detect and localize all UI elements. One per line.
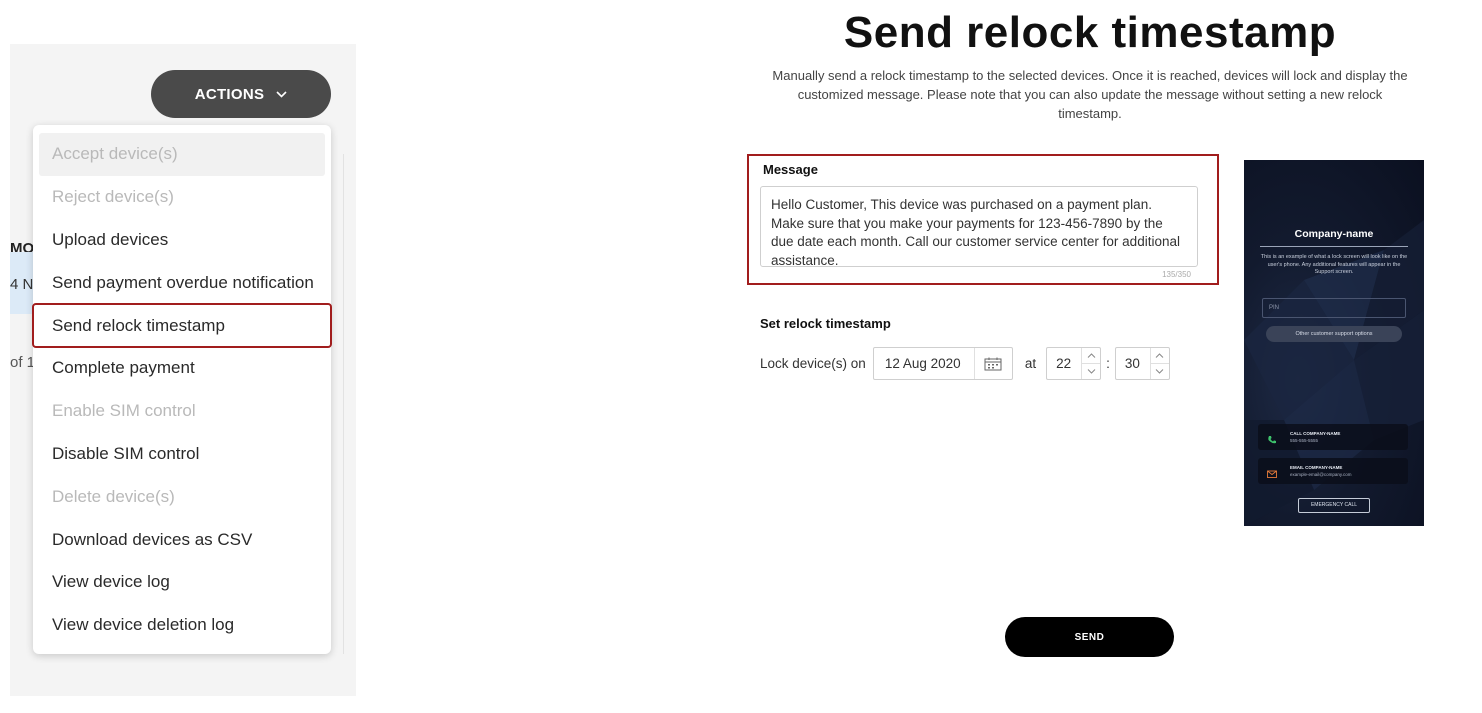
preview-email-title: EMAIL COMPANY-NAME: [1290, 465, 1343, 470]
preview-call-card: CALL COMPANY-NAME 555-555-5555: [1258, 424, 1408, 450]
mail-icon: [1267, 466, 1277, 478]
lock-screen-preview: Company-name This is an example of what …: [1244, 160, 1424, 526]
chevron-down-icon[interactable]: [1150, 363, 1169, 379]
preview-emergency-button: EMERGENCY CALL: [1298, 498, 1370, 513]
preview-info-text: This is an example of what a lock screen…: [1260, 254, 1408, 275]
preview-support-button: Other customer support options: [1266, 326, 1402, 342]
menu-item-disable-sim-control[interactable]: Disable SIM control: [39, 433, 325, 476]
menu-item-delete-devices[interactable]: Delete device(s): [39, 475, 325, 518]
chevron-down-icon[interactable]: [1082, 363, 1101, 379]
chevron-up-icon[interactable]: [1082, 348, 1100, 363]
actions-button[interactable]: ACTIONS: [151, 70, 331, 118]
row-cell-partial: 4 N: [10, 276, 34, 293]
minute-spin: [1149, 348, 1169, 379]
menu-item-view-device-deletion-log[interactable]: View device deletion log: [39, 604, 325, 647]
relock-row: Lock device(s) on 12 Aug 2020 at 22 : 30: [760, 347, 1170, 380]
at-label: at: [1024, 356, 1037, 371]
minute-value: 30: [1124, 356, 1140, 371]
preview-call-number: 555-555-5555: [1290, 438, 1319, 443]
date-value: 12 Aug 2020: [884, 356, 961, 371]
menu-item-send-payment-overdue-notification[interactable]: Send payment overdue notification: [39, 261, 325, 304]
devices-panel: MOI 4 N of 1 ACTIONS Accept device(s) Re…: [10, 44, 356, 696]
message-textarea[interactable]: Hello Customer, This device was purchase…: [760, 186, 1198, 267]
menu-item-upload-devices[interactable]: Upload devices: [39, 219, 325, 262]
relock-label: Set relock timestamp: [760, 316, 891, 331]
preview-email-card: EMAIL COMPANY-NAME example-email@company…: [1258, 458, 1408, 484]
message-char-count: 135/350: [1162, 270, 1191, 279]
minute-stepper[interactable]: 30: [1114, 347, 1170, 380]
preview-call-title: CALL COMPANY-NAME: [1290, 431, 1341, 436]
message-section: Message Hello Customer, This device was …: [747, 154, 1219, 285]
menu-item-download-devices-csv[interactable]: Download devices as CSV: [39, 518, 325, 561]
actions-menu: Accept device(s) Reject device(s) Upload…: [32, 125, 332, 654]
calendar-icon[interactable]: [973, 348, 1012, 379]
menu-item-complete-payment[interactable]: Complete payment: [39, 347, 325, 390]
preview-pin-field: PIN: [1262, 298, 1406, 318]
chevron-down-icon: [276, 89, 287, 101]
time-colon: :: [1106, 356, 1110, 371]
menu-item-view-device-log[interactable]: View device log: [39, 561, 325, 604]
chevron-up-icon[interactable]: [1151, 348, 1169, 363]
page-title: Send relock timestamp: [843, 8, 1337, 57]
hour-value: 22: [1056, 356, 1072, 371]
page-description: Manually send a relock timestamp to the …: [772, 68, 1408, 121]
hour-spin: [1081, 348, 1101, 379]
pager-partial: of 1: [10, 354, 36, 371]
preview-company-name: Company-name: [1294, 228, 1374, 240]
preview-email-address: example-email@company.com: [1290, 472, 1352, 477]
message-label: Message: [763, 162, 818, 177]
actions-label: ACTIONS: [194, 85, 265, 103]
menu-item-accept-devices[interactable]: Accept device(s): [39, 133, 325, 176]
menu-item-enable-sim-control[interactable]: Enable SIM control: [39, 390, 325, 433]
phone-icon: [1267, 432, 1277, 444]
hour-stepper[interactable]: 22: [1046, 347, 1102, 380]
divider: [343, 154, 344, 654]
preview-divider: [1260, 246, 1408, 247]
date-picker-field[interactable]: 12 Aug 2020: [872, 347, 1013, 380]
menu-item-send-relock-timestamp[interactable]: Send relock timestamp: [32, 303, 332, 348]
menu-item-reject-devices[interactable]: Reject device(s): [39, 176, 325, 219]
send-button[interactable]: SEND: [1005, 617, 1174, 657]
lock-on-label: Lock device(s) on: [760, 356, 866, 371]
